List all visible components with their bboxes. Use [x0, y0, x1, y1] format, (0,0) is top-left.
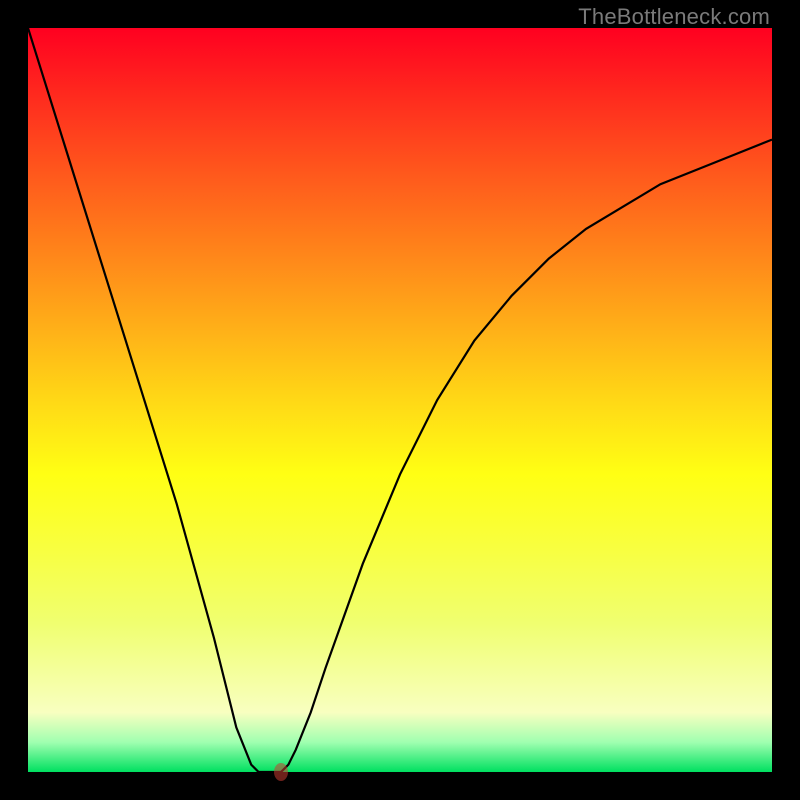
chart-frame: TheBottleneck.com: [0, 0, 800, 800]
optimum-marker: [274, 763, 288, 781]
plot-area: [28, 28, 772, 772]
watermark-text: TheBottleneck.com: [578, 4, 770, 30]
curve-svg: [28, 28, 772, 772]
bottleneck-curve: [28, 28, 772, 772]
